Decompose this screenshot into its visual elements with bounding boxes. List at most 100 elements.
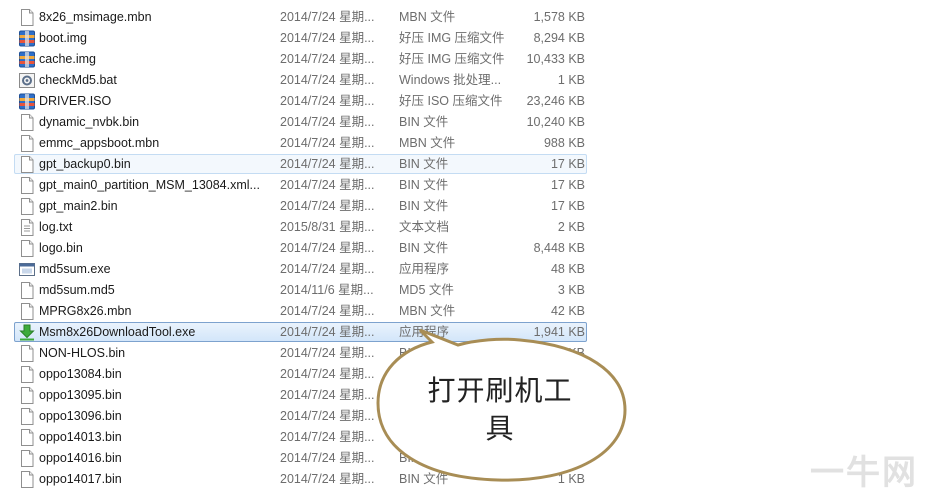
file-name: oppo13096.bin — [39, 409, 122, 423]
file-type: 应用程序 — [399, 325, 450, 339]
file-icon — [19, 450, 35, 467]
file-icon — [19, 471, 35, 488]
file-date: 2014/7/24 星期... — [280, 451, 375, 465]
file-type: 文本文档 — [399, 220, 450, 234]
file-date: 2014/7/24 星期... — [280, 157, 375, 171]
file-icon — [19, 408, 35, 425]
gear-icon — [19, 72, 35, 89]
file-size: 10,433 KB — [526, 52, 585, 66]
file-date: 2014/7/24 星期... — [280, 409, 375, 423]
file-size: 8,448 KB — [533, 241, 585, 255]
file-type: MBN 文件 — [399, 10, 456, 24]
file-row[interactable]: md5sum.md5 2014/11/6 星期... MD5 文件 3 KB — [0, 280, 928, 301]
file-date: 2014/7/24 星期... — [280, 136, 375, 150]
file-type: BIN 文件 — [399, 451, 449, 465]
file-name: oppo13084.bin — [39, 367, 122, 381]
file-size: 17 KB — [550, 157, 585, 171]
file-date: 2014/7/24 星期... — [280, 52, 375, 66]
file-type: BIN 文件 — [399, 178, 449, 192]
file-icon — [19, 114, 35, 131]
file-icon — [19, 156, 35, 173]
file-date: 2014/7/24 星期... — [280, 178, 375, 192]
file-row[interactable]: NON-HLOS.bin 2014/7/24 星期... BIN 文件 56,364 … — [0, 343, 928, 364]
file-type: MBN 文件 — [399, 304, 456, 318]
file-name: Msm8x26DownloadTool.exe — [39, 325, 196, 339]
archive-icon — [19, 93, 35, 110]
file-type: MD5 文件 — [399, 283, 454, 297]
file-date: 2014/7/24 星期... — [280, 241, 375, 255]
file-name: gpt_main2.bin — [39, 199, 118, 213]
file-date: 2014/7/24 星期... — [280, 73, 375, 87]
archive-icon — [19, 30, 35, 47]
file-row[interactable]: boot.img 2014/7/24 星期... 好压 IMG 压缩文件 8,294 … — [0, 28, 928, 49]
file-icon — [19, 303, 35, 320]
file-date: 2014/11/6 星期... — [280, 283, 374, 297]
file-date: 2014/7/24 星期... — [280, 304, 375, 318]
file-size: 8,294 KB — [533, 31, 585, 45]
file-size: 48 KB — [550, 262, 585, 276]
file-size: 17 KB — [550, 178, 585, 192]
file-row[interactable]: gpt_main2.bin 2014/7/24 星期... BIN 文件 17 KB — [0, 196, 928, 217]
file-name: emmc_appsboot.mbn — [39, 136, 160, 150]
file-size: 1,578 KB — [533, 10, 585, 24]
file-row[interactable]: logo.bin 2014/7/24 星期... BIN 文件 8,448 KB — [0, 238, 928, 259]
file-icon — [19, 177, 35, 194]
file-type: BIN 文件 — [399, 115, 449, 129]
file-name: cache.img — [39, 52, 96, 66]
archive-icon — [19, 51, 35, 68]
file-name: oppo13095.bin — [39, 388, 122, 402]
file-size: 1,941 KB — [533, 325, 585, 339]
file-date: 2014/7/24 星期... — [280, 94, 375, 108]
file-date: 2014/7/24 星期... — [280, 325, 375, 339]
file-type: BIN 文件 — [399, 472, 449, 486]
file-row[interactable]: oppo14017.bin 2014/7/24 星期... BIN 文件 1 KB — [0, 469, 928, 490]
file-type: 应用程序 — [399, 262, 450, 276]
file-name: md5sum.md5 — [39, 283, 115, 297]
file-row[interactable]: dynamic_nvbk.bin 2014/7/24 星期... BIN 文件 10,… — [0, 112, 928, 133]
text-file-icon — [19, 219, 35, 236]
file-name: MPRG8x26.mbn — [39, 304, 132, 318]
file-row[interactable]: log.txt 2015/8/31 星期... 文本文档 2 KB — [0, 217, 928, 238]
file-row[interactable]: gpt_backup0.bin 2014/7/24 星期... BIN 文件 17 K… — [0, 154, 928, 175]
file-type: Windows 批处理... — [399, 73, 502, 87]
file-row[interactable]: emmc_appsboot.mbn 2014/7/24 星期... MBN 文件 98… — [0, 133, 928, 154]
file-size: 3 KB — [557, 283, 585, 297]
file-icon — [19, 282, 35, 299]
file-type: BIN 文件 — [399, 241, 449, 255]
file-date: 2014/7/24 星期... — [280, 262, 375, 276]
file-name: gpt_main0_partition_MSM_13084.xml... — [39, 178, 260, 192]
file-icon — [19, 429, 35, 446]
file-name: boot.img — [39, 31, 87, 45]
file-size: 42 KB — [550, 304, 585, 318]
file-row[interactable]: checkMd5.bat 2014/7/24 星期... Windows 批处理..… — [0, 70, 928, 91]
file-icon — [19, 135, 35, 152]
file-icon — [19, 366, 35, 383]
file-row[interactable]: Msm8x26DownloadTool.exe 2014/7/24 星期... 应用… — [0, 322, 928, 343]
file-row[interactable]: cache.img 2014/7/24 星期... 好压 IMG 压缩文件 10,43… — [0, 49, 928, 70]
file-date: 2014/7/24 星期... — [280, 388, 375, 402]
file-size: 1 KB — [557, 451, 585, 465]
file-row[interactable]: MPRG8x26.mbn 2014/7/24 星期... MBN 文件 42 KB — [0, 301, 928, 322]
callout-text: 打开刷机工具 — [420, 372, 580, 448]
file-type: 好压 IMG 压缩文件 — [399, 31, 505, 45]
file-name: gpt_backup0.bin — [39, 157, 131, 171]
file-row[interactable]: DRIVER.ISO 2014/7/24 星期... 好压 ISO 压缩文件 23,2… — [0, 91, 928, 112]
file-name: oppo14013.bin — [39, 430, 122, 444]
file-icon — [19, 387, 35, 404]
file-icon — [19, 9, 35, 26]
site-watermark: 一牛网 — [810, 454, 918, 492]
file-row[interactable]: 8x26_msimage.mbn 2014/7/24 星期... MBN 文件 1,5… — [0, 7, 928, 28]
file-date: 2014/7/24 星期... — [280, 430, 375, 444]
file-row[interactable]: gpt_main0_partition_MSM_13084.xml... 2014… — [0, 175, 928, 196]
file-size: 56,364 KB — [526, 346, 585, 360]
file-row[interactable]: md5sum.exe 2014/7/24 星期... 应用程序 48 KB — [0, 259, 928, 280]
file-type: 好压 ISO 压缩文件 — [399, 94, 503, 108]
file-date: 2014/7/24 星期... — [280, 346, 375, 360]
file-date: 2014/7/24 星期... — [280, 472, 375, 486]
file-type: 好压 IMG 压缩文件 — [399, 52, 505, 66]
file-icon — [19, 345, 35, 362]
file-type: MBN 文件 — [399, 136, 456, 150]
file-row[interactable]: oppo14016.bin 2014/7/24 星期... BIN 文件 1 KB — [0, 448, 928, 469]
file-date: 2014/7/24 星期... — [280, 115, 375, 129]
file-size: 988 KB — [543, 136, 585, 150]
